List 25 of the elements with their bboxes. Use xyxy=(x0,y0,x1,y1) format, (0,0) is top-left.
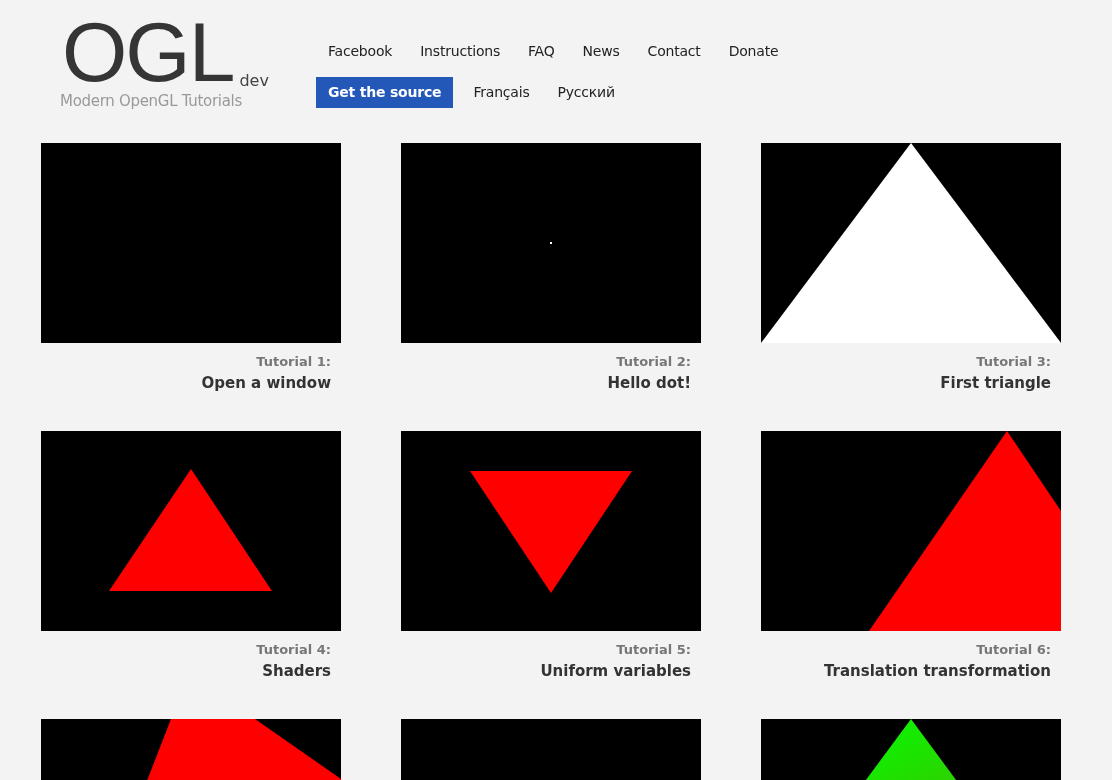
tutorial-title[interactable]: Hello dot! xyxy=(607,371,691,395)
tutorial-number: Tutorial 4: xyxy=(256,641,331,659)
nav-link[interactable]: Contact xyxy=(635,36,713,67)
nav-link[interactable]: Русский xyxy=(545,77,627,108)
tutorial-title[interactable]: Open a window xyxy=(201,371,331,395)
tutorial-title[interactable]: Shaders xyxy=(262,659,331,683)
tutorial-number: Tutorial 1: xyxy=(256,353,331,371)
tutorial-number: Tutorial 2: xyxy=(616,353,691,371)
nav-link[interactable]: Donate xyxy=(716,36,791,67)
tagline: Modern OpenGL Tutorials xyxy=(60,92,243,110)
logo-title: OGL xyxy=(62,14,234,90)
logo-suffix: dev xyxy=(239,71,269,90)
tutorial-number: Tutorial 3: xyxy=(976,353,1051,371)
nav-link[interactable]: Instructions xyxy=(408,36,512,67)
render-preview[interactable] xyxy=(761,143,1061,343)
source-button[interactable]: Get the source xyxy=(316,77,454,108)
tutorial-title[interactable]: Uniform variables xyxy=(540,659,691,683)
nav-link[interactable]: Facebook xyxy=(316,36,405,67)
tutorial-number: Tutorial 6: xyxy=(976,641,1051,659)
tutorial-number: Tutorial 5: xyxy=(616,641,691,659)
nav-link[interactable]: News xyxy=(570,36,632,67)
nav-link[interactable]: FAQ xyxy=(516,36,567,67)
tutorial-title[interactable]: First triangle xyxy=(940,371,1051,395)
tutorial-title[interactable]: Translation transformation xyxy=(823,659,1051,683)
nav-link[interactable]: Français xyxy=(461,77,542,108)
